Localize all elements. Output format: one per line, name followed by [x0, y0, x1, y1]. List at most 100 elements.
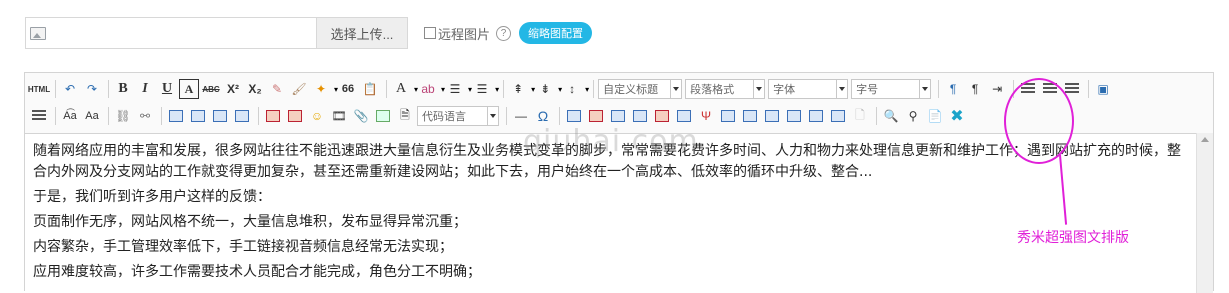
delete-col-icon[interactable]: Ψ — [696, 106, 716, 126]
merge-cells-icon[interactable] — [718, 106, 738, 126]
image-center-icon[interactable] — [232, 106, 252, 126]
bold-button[interactable]: B — [113, 79, 133, 99]
underline-button[interactable]: U — [157, 79, 177, 99]
font-color-button[interactable]: A — [391, 79, 411, 99]
watermark: qiuhai.com — [523, 124, 699, 159]
font-size-select[interactable]: 字号 — [851, 79, 932, 99]
remote-image-option[interactable]: 远程图片 ? — [424, 24, 512, 43]
xiumi-typeset-icon[interactable]: ✖ — [947, 106, 967, 126]
italic-button[interactable]: I — [135, 79, 155, 99]
emoticon-icon[interactable]: ☺ — [307, 106, 327, 126]
chevron-down-icon[interactable]: ▾ — [585, 85, 589, 94]
undo-icon[interactable]: ↶ — [60, 79, 80, 99]
strikethrough-button[interactable]: ABC — [201, 79, 221, 99]
blockquote-button[interactable]: 66 — [338, 79, 358, 99]
image-url-input[interactable] — [25, 17, 316, 49]
insert-col-icon[interactable] — [674, 106, 694, 126]
superscript-button[interactable]: X² — [223, 79, 243, 99]
multi-image-icon[interactable] — [285, 106, 305, 126]
image-float-left-icon[interactable] — [188, 106, 208, 126]
special-chars-button[interactable]: Ω — [533, 106, 553, 126]
image-float-right-icon[interactable] — [210, 106, 230, 126]
toolbar-separator — [55, 107, 56, 125]
delete-row-icon[interactable] — [652, 106, 672, 126]
font-size-value: 字号 — [856, 84, 879, 96]
font-family-select[interactable]: 字体 — [768, 79, 849, 99]
editor-scrollbar[interactable] — [1196, 133, 1213, 293]
split-cols-icon[interactable] — [828, 106, 848, 126]
help-icon[interactable]: ? — [496, 25, 512, 41]
row-spacing-top-icon[interactable]: ⇞ — [508, 79, 528, 99]
split-cells-icon[interactable] — [784, 106, 804, 126]
custom-title-value: 自定义标题 — [603, 84, 659, 96]
draft-icon[interactable]: 📄 — [925, 106, 945, 126]
toolbar-row-2: A͡a Aa ⛓ ⚯ ☺ 🎞 📎 🗎 代码语言 — Ω Ψ 🗋 🔍 ⚲ 📄 ✖ — [29, 105, 969, 127]
row-spacing-bottom-icon[interactable]: ⇟ — [535, 79, 555, 99]
unordered-list-icon[interactable]: ☰ — [472, 79, 492, 99]
line-height-icon[interactable]: ↕ — [562, 79, 582, 99]
horizontal-rule-icon[interactable]: — — [511, 106, 531, 126]
thumbnail-config-button[interactable]: 缩略图配置 — [519, 22, 593, 44]
template-icon[interactable]: 🗎 — [395, 106, 415, 126]
split-rows-icon[interactable] — [806, 106, 826, 126]
chevron-down-icon — [487, 107, 498, 125]
search-replace-icon[interactable]: ⚲ — [903, 106, 923, 126]
preview-icon[interactable]: 🔍 — [881, 106, 901, 126]
code-language-select[interactable]: 代码语言 — [417, 106, 499, 126]
attachment-icon[interactable]: 📎 — [351, 106, 371, 126]
format-brush-icon[interactable]: 🖌 — [289, 79, 309, 99]
font-border-button[interactable]: A — [179, 79, 199, 99]
fullscreen-icon[interactable]: ▣ — [1093, 79, 1113, 99]
toolbar-separator — [593, 80, 595, 98]
content-paragraph: 于是，我们听到许多用户这样的反馈： — [33, 189, 271, 205]
indent-icon[interactable]: ⇥ — [987, 79, 1007, 99]
ltr-direction-icon[interactable]: ¶ — [943, 79, 963, 99]
chevron-down-icon — [836, 80, 847, 98]
image-icon — [30, 26, 46, 40]
page-break-icon[interactable]: 🗋 — [850, 106, 870, 126]
subscript-button[interactable]: X₂ — [245, 79, 265, 99]
toolbar-separator — [55, 80, 56, 98]
toolbar-separator — [1088, 80, 1090, 98]
paragraph-format-select[interactable]: 段落格式 — [685, 79, 766, 99]
custom-title-select[interactable]: 自定义标题 — [598, 79, 683, 99]
map-icon[interactable] — [373, 106, 393, 126]
insert-image-icon[interactable] — [263, 106, 283, 126]
case-lower-icon[interactable]: Aa — [82, 106, 102, 126]
toolbar-separator — [161, 107, 162, 125]
auto-typeset-icon[interactable]: ✦ — [311, 79, 331, 99]
content-paragraph: 内容繁杂，手工管理效率低下，手工链接视音频信息经常无法实现； — [33, 239, 453, 255]
image-float-none-icon[interactable] — [166, 106, 186, 126]
select-upload-button[interactable]: 选择上传... — [316, 17, 408, 49]
align-justify-icon[interactable] — [29, 106, 49, 126]
remote-image-checkbox[interactable] — [424, 27, 436, 39]
chevron-down-icon[interactable]: ▾ — [495, 85, 499, 94]
html-source-button[interactable]: HTML — [28, 79, 50, 99]
video-icon[interactable]: 🎞 — [329, 106, 349, 126]
merge-right-icon[interactable] — [740, 106, 760, 126]
redo-icon[interactable]: ↷ — [82, 79, 102, 99]
toolbar-separator — [258, 107, 259, 125]
case-upper-icon[interactable]: A͡a — [60, 106, 80, 126]
rtl-direction-icon[interactable]: ¶ — [965, 79, 985, 99]
insert-paragraph-before-table-icon[interactable] — [608, 106, 628, 126]
paragraph-format-value: 段落格式 — [690, 84, 735, 96]
delete-table-icon[interactable] — [586, 106, 606, 126]
merge-down-icon[interactable] — [762, 106, 782, 126]
toolbar-separator — [386, 80, 388, 98]
toolbar-separator — [876, 107, 877, 125]
toolbar-separator — [108, 80, 109, 98]
toolbar-separator — [503, 80, 505, 98]
paste-plain-icon[interactable]: 📋 — [360, 79, 380, 99]
unlink-icon[interactable]: ⚯ — [135, 106, 155, 126]
scroll-up-icon[interactable] — [1201, 137, 1209, 142]
annotation-circle — [1004, 78, 1074, 164]
ordered-list-icon[interactable]: ☰ — [445, 79, 465, 99]
remote-image-label: 远程图片 — [438, 26, 491, 42]
toolbar-separator — [938, 80, 940, 98]
link-icon[interactable]: ⛓ — [113, 106, 133, 126]
insert-row-icon[interactable] — [630, 106, 650, 126]
eraser-icon[interactable]: ✎ — [267, 79, 287, 99]
insert-table-icon[interactable] — [564, 106, 584, 126]
highlight-color-icon[interactable]: ab — [418, 79, 438, 99]
